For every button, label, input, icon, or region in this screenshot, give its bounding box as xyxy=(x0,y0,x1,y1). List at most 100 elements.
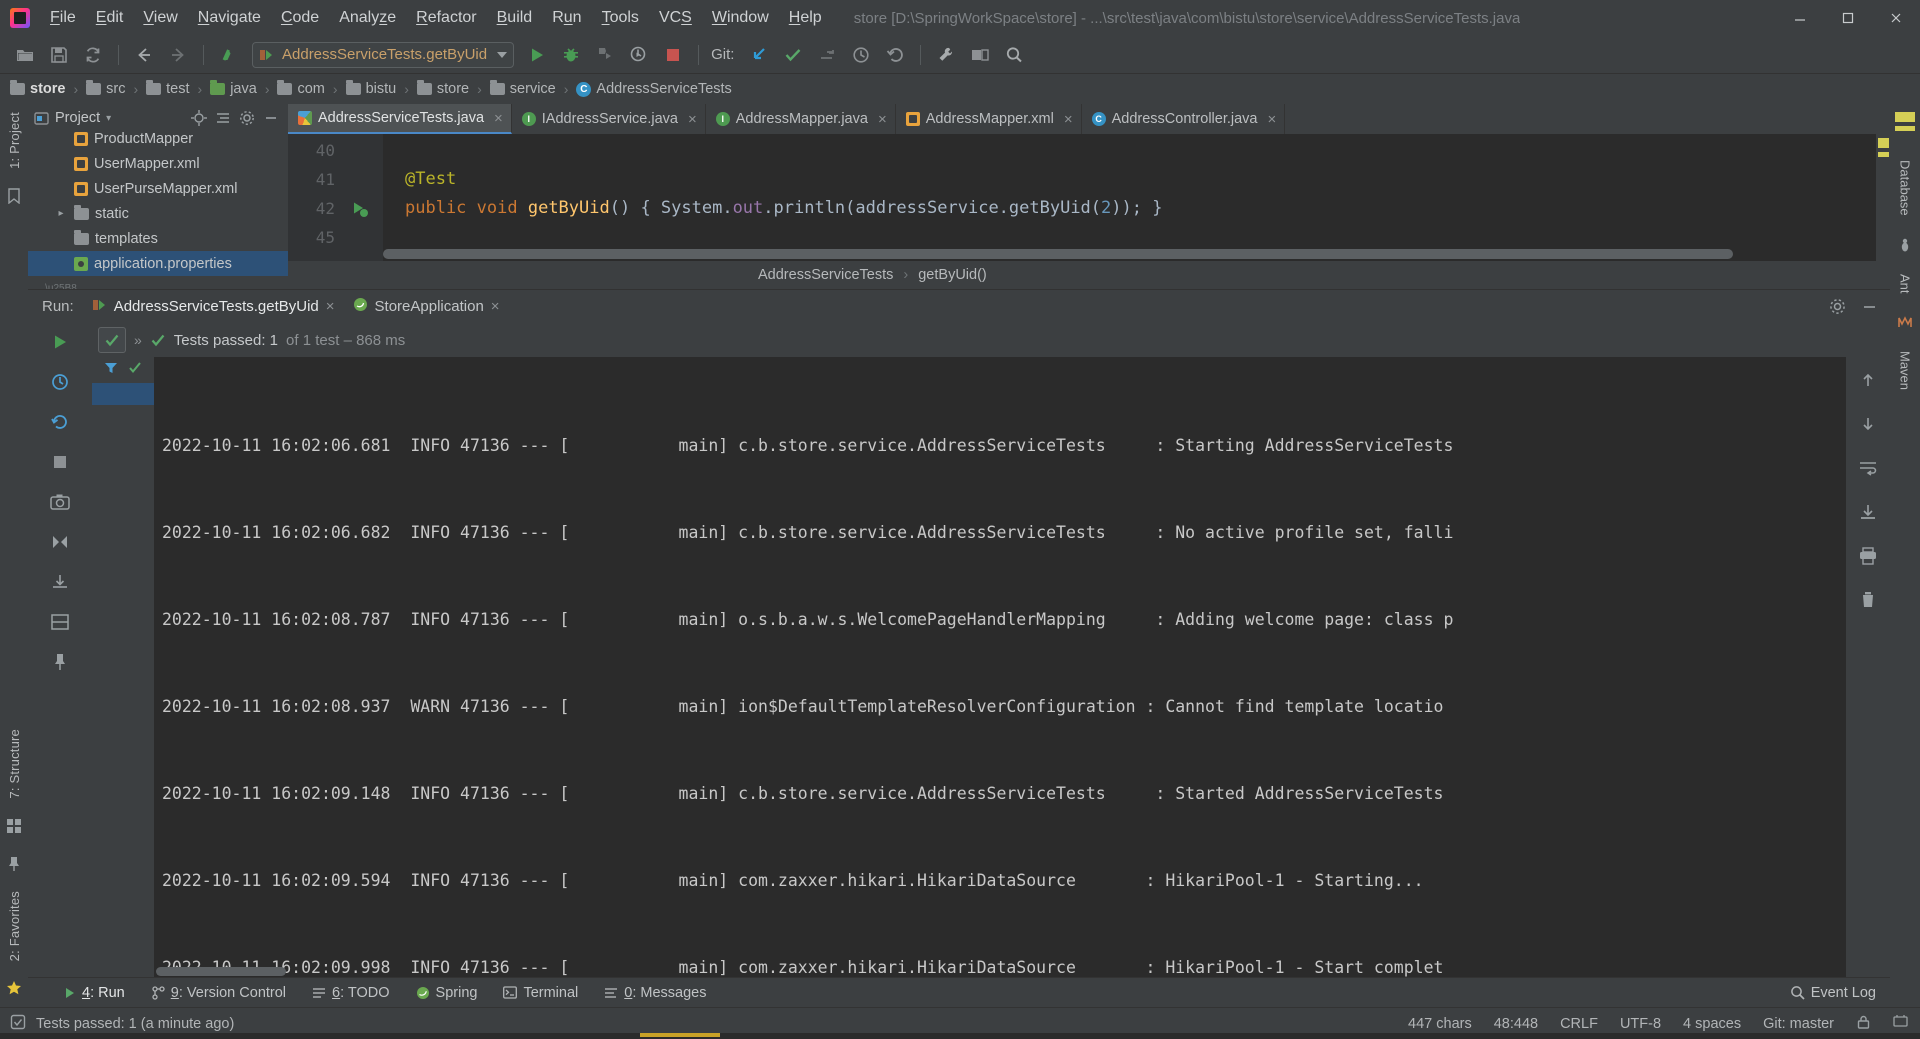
close-icon[interactable]: × xyxy=(1064,111,1073,128)
debug-button[interactable] xyxy=(556,40,586,70)
menu-refactor[interactable]: Refactor xyxy=(406,0,486,36)
git-branch[interactable]: Git: master xyxy=(1763,1016,1834,1032)
menu-view[interactable]: View xyxy=(133,0,187,36)
run-tab-address-service-tests[interactable]: AddressServiceTests.getByUid × xyxy=(92,298,335,316)
breadcrumb-item-test[interactable]: test xyxy=(146,80,190,97)
bottom-item-terminal[interactable]: Terminal xyxy=(503,985,578,1001)
error-stripe-marker-2[interactable] xyxy=(1878,152,1889,157)
breadcrumb-item-class[interactable]: C AddressServiceTests xyxy=(576,81,732,97)
bottom-item-run[interactable]: 4: Run xyxy=(64,985,125,1001)
test-tree-selected-row[interactable] xyxy=(92,383,154,405)
rerun-icon[interactable] xyxy=(47,329,73,355)
event-log-button[interactable]: Event Log xyxy=(1790,985,1876,1001)
sidebar-item-project[interactable]: 1: Project xyxy=(7,104,22,177)
profiler-button[interactable] xyxy=(624,40,654,70)
close-icon[interactable]: × xyxy=(1268,111,1277,128)
git-rollback-icon[interactable] xyxy=(880,40,910,70)
sidebar-item-structure[interactable]: 7: Structure xyxy=(7,721,22,807)
build-project-icon[interactable] xyxy=(214,40,244,70)
hide-icon[interactable] xyxy=(260,107,282,129)
inspections-icon[interactable] xyxy=(10,1014,26,1034)
indent-setting[interactable]: 4 spaces xyxy=(1683,1016,1741,1032)
breadcrumb-item-service[interactable]: service xyxy=(489,80,556,97)
minimize-icon[interactable] xyxy=(1858,296,1880,318)
editor-gutter[interactable]: 40 41 42 45 xyxy=(288,134,383,261)
sidebar-item-maven[interactable]: Maven xyxy=(1898,345,1913,396)
run-with-coverage-button[interactable] xyxy=(590,40,620,70)
menu-window[interactable]: Window xyxy=(702,0,779,36)
close-icon[interactable]: × xyxy=(688,111,697,128)
tree-item-productmapper[interactable]: ProductMapper xyxy=(28,132,288,151)
close-icon[interactable]: × xyxy=(326,298,335,315)
run-button[interactable] xyxy=(522,40,552,70)
stop-icon[interactable] xyxy=(47,449,73,475)
editor-scrollbar-track[interactable] xyxy=(1876,134,1890,261)
export-icon[interactable] xyxy=(47,569,73,595)
rerun-failed-icon[interactable] xyxy=(47,369,73,395)
caret-position[interactable]: 48:448 xyxy=(1494,1016,1538,1032)
breadcrumb-item-store2[interactable]: store xyxy=(416,80,469,97)
menu-file[interactable]: File xyxy=(40,0,86,36)
maximize-button[interactable] xyxy=(1824,0,1872,36)
menu-navigate[interactable]: Navigate xyxy=(188,0,271,36)
star-icon[interactable] xyxy=(5,979,23,997)
close-icon[interactable]: × xyxy=(491,298,500,315)
tab-address-controller[interactable]: C AddressController.java × xyxy=(1082,104,1286,134)
tree-item-static[interactable]: ▸ static xyxy=(28,201,288,226)
menu-help[interactable]: Help xyxy=(779,0,832,36)
expand-icon[interactable]: » xyxy=(134,332,142,348)
search-everywhere-icon[interactable] xyxy=(999,40,1029,70)
git-commit-icon[interactable] xyxy=(778,40,808,70)
error-stripe-marker[interactable] xyxy=(1878,138,1889,148)
breadcrumb-class[interactable]: AddressServiceTests xyxy=(758,267,893,283)
layout-icon[interactable] xyxy=(47,609,73,635)
collapse-all-icon[interactable] xyxy=(212,107,234,129)
console-horizontal-scrollbar[interactable] xyxy=(154,965,1834,977)
pin-icon[interactable] xyxy=(47,649,73,675)
tab-iaddress-service[interactable]: I IAddressService.java × xyxy=(512,104,706,134)
menu-vcs[interactable]: VCS xyxy=(649,0,702,36)
locate-icon[interactable] xyxy=(188,107,210,129)
ant-icon[interactable] xyxy=(1896,236,1914,254)
scroll-up-icon[interactable] xyxy=(1855,367,1881,393)
maven-icon[interactable] xyxy=(1896,313,1914,331)
code-text[interactable]: @Test public void getByUid() { System.ou… xyxy=(383,134,1890,261)
settings-icon[interactable] xyxy=(931,40,961,70)
minimize-button[interactable] xyxy=(1776,0,1824,36)
code-editor[interactable]: 40 41 42 45 @Test public void getByUid()… xyxy=(288,134,1890,261)
rerun-toggle-icon[interactable] xyxy=(47,409,73,435)
sidebar-item-database[interactable]: Database xyxy=(1898,154,1913,222)
menu-tools[interactable]: Tools xyxy=(592,0,649,36)
close-button[interactable] xyxy=(1872,0,1920,36)
tab-address-service-tests[interactable]: AddressServiceTests.java × xyxy=(288,104,512,134)
editor-horizontal-scrollbar[interactable] xyxy=(383,249,1850,259)
tree-item-application-properties[interactable]: application.properties xyxy=(28,251,288,276)
run-tab-store-application[interactable]: StoreApplication × xyxy=(353,297,500,316)
memory-indicator-icon[interactable] xyxy=(1893,1014,1908,1033)
sync-icon[interactable] xyxy=(78,40,108,70)
grid-icon[interactable] xyxy=(5,817,23,835)
breadcrumb-item-com[interactable]: com xyxy=(277,80,325,97)
close-icon[interactable]: × xyxy=(878,111,887,128)
bookmarks-icon[interactable] xyxy=(5,187,23,205)
menu-build[interactable]: Build xyxy=(487,0,543,36)
back-icon[interactable] xyxy=(129,40,159,70)
line-separator[interactable]: CRLF xyxy=(1560,1016,1598,1032)
tab-address-mapper-xml[interactable]: AddressMapper.xml × xyxy=(896,104,1082,134)
screenshot-icon[interactable] xyxy=(47,489,73,515)
filter-icon[interactable] xyxy=(104,361,118,379)
breadcrumb-item-store[interactable]: store xyxy=(10,80,65,97)
bottom-item-messages[interactable]: 0: Messages xyxy=(604,985,706,1001)
bottom-item-version-control[interactable]: 9: Version Control xyxy=(151,985,286,1001)
chevron-down-icon[interactable] xyxy=(497,51,508,58)
sidebar-item-ant[interactable]: Ant xyxy=(1898,268,1913,300)
tree-item-userpursemapper[interactable]: UserPurseMapper.xml xyxy=(28,176,288,201)
tree-twisty[interactable]: ▸ xyxy=(54,208,68,219)
menu-code[interactable]: Code xyxy=(271,0,329,36)
sort-icon[interactable] xyxy=(47,529,73,555)
git-update-icon[interactable] xyxy=(744,40,774,70)
intention-bulb-icon[interactable] xyxy=(383,193,387,225)
breadcrumb-item-bistu[interactable]: bistu xyxy=(345,80,396,97)
tree-item-templates[interactable]: templates xyxy=(28,226,288,251)
gear-icon[interactable] xyxy=(1826,296,1848,318)
